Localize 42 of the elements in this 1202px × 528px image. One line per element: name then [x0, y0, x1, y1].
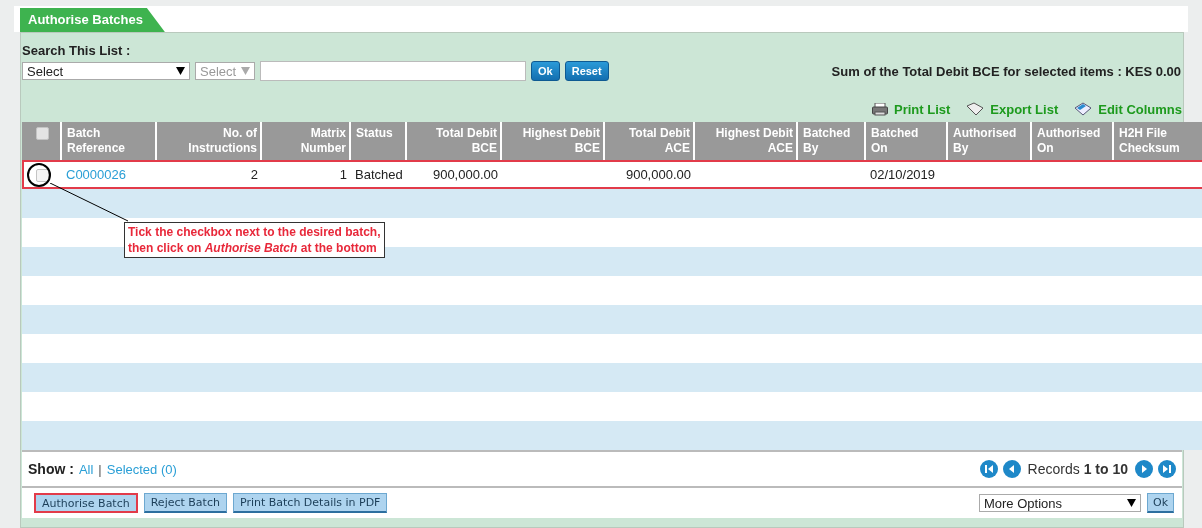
next-page-icon[interactable] — [1135, 460, 1153, 478]
show-label: Show : — [28, 461, 74, 477]
annotation-circle — [27, 163, 51, 187]
table-row[interactable]: C0000026 2 1 Batched 900,000.00 900,000.00 02/10/2019 — [22, 160, 1202, 189]
caret-icon — [176, 67, 185, 75]
tag-icon — [966, 102, 985, 116]
print-link[interactable]: Print List — [871, 101, 951, 117]
printer-icon — [871, 102, 888, 116]
page-tab[interactable]: Authorise Batches — [20, 8, 165, 32]
table-cell: 900,000.00 — [432, 167, 498, 182]
tag-icon — [1074, 102, 1093, 116]
callout-note: Tick the checkbox next to the desired batch, then click on Authorise Batch at the bottom — [124, 222, 385, 258]
batch-action-button[interactable]: Authorise Batch — [34, 493, 138, 513]
select-all-checkbox[interactable] — [35, 127, 49, 141]
caret-icon — [1126, 499, 1136, 507]
columns-link[interactable]: Edit Columns — [1074, 101, 1182, 117]
reset-button[interactable]: Reset — [564, 61, 609, 81]
ok-button[interactable]: Ok — [1146, 493, 1174, 513]
table-cell: Batched — [355, 167, 403, 182]
batch-link[interactable]: C0000026 — [66, 167, 126, 182]
separator: | — [98, 461, 102, 477]
table-cell: 1 — [339, 167, 347, 182]
row-checkbox[interactable] — [36, 169, 49, 183]
export-link[interactable]: Export List — [966, 101, 1059, 117]
field-select[interactable]: Select — [22, 62, 190, 80]
table-cell: 2 — [250, 167, 258, 182]
last-page-icon[interactable] — [1158, 460, 1176, 478]
show-filter-link[interactable]: Selected (0) — [106, 461, 177, 477]
more-options-select[interactable]: More Options — [978, 494, 1141, 512]
search-label: Search This List : — [22, 43, 132, 58]
batch-action-button[interactable]: Reject Batch — [143, 493, 227, 513]
previous-page-icon[interactable] — [1002, 460, 1021, 478]
first-page-icon[interactable] — [979, 460, 998, 478]
sum-text: Sum of the Total Debit BCE for selected items : KES 0.00 — [831, 63, 1181, 79]
table-cell: 900,000.00 — [625, 167, 691, 182]
ok-button[interactable]: Ok — [531, 61, 560, 81]
table-cell: 02/10/2019 — [870, 167, 936, 182]
show-filter-link[interactable]: All — [78, 461, 94, 477]
records-text: Records 1 to 10 — [1027, 461, 1128, 477]
caret-icon — [241, 67, 250, 75]
search-field[interactable] — [260, 61, 526, 81]
batch-action-button[interactable]: Print Batch Details in PDF — [232, 493, 388, 513]
